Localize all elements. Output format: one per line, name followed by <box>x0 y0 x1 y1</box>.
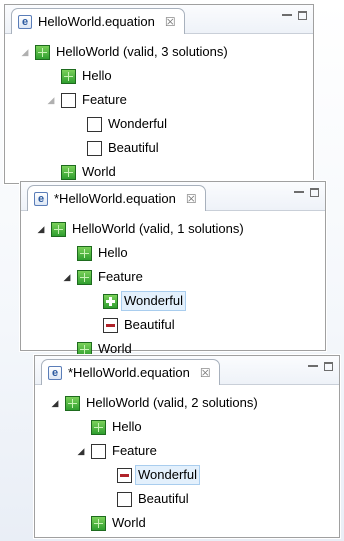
editor-panel-3: e *HelloWorld.equation ☒ ◢ HelloWorld (va… <box>34 355 340 538</box>
green-state-icon[interactable] <box>91 419 106 435</box>
unselected-checkbox-icon[interactable] <box>91 443 106 459</box>
tree-node-wonderful[interactable]: Wonderful <box>101 464 201 486</box>
tab-bar: e HelloWorld.equation ☒ <box>5 5 313 34</box>
unselected-checkbox-icon[interactable] <box>87 116 102 132</box>
tree-node-label: HelloWorld (valid, 3 solutions) <box>56 44 228 59</box>
excluded-state-icon[interactable] <box>117 467 132 483</box>
close-tab-icon[interactable]: ☒ <box>165 15 176 29</box>
tree-node-label: HelloWorld (valid, 2 solutions) <box>86 395 258 410</box>
tab-bar: e *HelloWorld.equation ☒ <box>35 356 339 385</box>
tree-node-label: Hello <box>112 419 142 434</box>
minimize-icon[interactable] <box>282 11 292 21</box>
tree-node-wonderful[interactable]: Wonderful <box>87 290 187 312</box>
feature-tree: ◢ HelloWorld (valid, 1 solutions) Hello ◢ Fe… <box>21 212 325 357</box>
tree-node-hello[interactable]: Hello <box>75 416 142 438</box>
excluded-state-icon[interactable] <box>103 317 118 333</box>
green-state-icon[interactable] <box>61 164 76 180</box>
tree-node-label: Feature <box>98 269 143 284</box>
tree-node-helloworld[interactable]: ◢ HelloWorld (valid, 2 solutions) <box>49 392 258 414</box>
editor-panel-1: e HelloWorld.equation ☒ ◢ HelloWorld (val… <box>4 4 314 184</box>
tree-node-world[interactable]: World <box>45 161 116 183</box>
tree-node-feature[interactable]: ◢ Feature <box>45 89 127 111</box>
tree-node-beautiful[interactable]: Beautiful <box>71 137 159 159</box>
expand-toggle-icon[interactable]: ◢ <box>45 94 57 106</box>
editor-tab[interactable]: e *HelloWorld.equation ☒ <box>27 185 206 211</box>
tree-node-label: Beautiful <box>108 140 159 155</box>
tree-node-label: Feature <box>82 92 127 107</box>
tree-node-label: World <box>112 515 146 530</box>
tree-node-label: HelloWorld (valid, 1 solutions) <box>72 221 244 236</box>
tree-node-label: Feature <box>112 443 157 458</box>
tab-title: *HelloWorld.equation <box>54 191 176 206</box>
maximize-icon[interactable] <box>324 362 333 371</box>
editor-tab[interactable]: e *HelloWorld.equation ☒ <box>41 359 220 385</box>
green-state-icon[interactable] <box>77 269 92 285</box>
tree-node-label: World <box>82 164 116 179</box>
tree-node-feature[interactable]: ◢ Feature <box>61 266 143 288</box>
equation-file-icon: e <box>34 191 48 206</box>
expand-toggle-icon[interactable]: ◢ <box>35 223 47 235</box>
maximize-icon[interactable] <box>298 11 307 20</box>
expand-toggle-icon[interactable]: ◢ <box>49 397 61 409</box>
expand-toggle-icon[interactable]: ◢ <box>61 271 73 283</box>
minimize-icon[interactable] <box>294 188 304 198</box>
equation-file-icon: e <box>18 14 32 29</box>
tree-node-hello[interactable]: Hello <box>61 242 128 264</box>
tree-node-label: Wonderful <box>108 116 168 131</box>
green-state-icon[interactable] <box>91 515 106 531</box>
green-state-icon[interactable] <box>65 395 80 411</box>
minimize-icon[interactable] <box>308 362 318 372</box>
tree-node-beautiful[interactable]: Beautiful <box>101 488 189 510</box>
tree-node-label: Beautiful <box>138 491 189 506</box>
green-state-icon[interactable] <box>35 44 50 60</box>
green-state-icon[interactable] <box>77 245 92 261</box>
feature-tree: ◢ HelloWorld (valid, 3 solutions) Hello ◢ Fe… <box>5 35 313 185</box>
tree-node-hello[interactable]: Hello <box>45 65 112 87</box>
unselected-checkbox-icon[interactable] <box>117 491 132 507</box>
tree-node-feature[interactable]: ◢ Feature <box>75 440 157 462</box>
tree-node-helloworld[interactable]: ◢ HelloWorld (valid, 3 solutions) <box>19 41 228 63</box>
feature-tree: ◢ HelloWorld (valid, 2 solutions) Hello ◢ Fe… <box>35 386 339 536</box>
unselected-checkbox-icon[interactable] <box>87 140 102 156</box>
tree-node-label: Wonderful <box>121 291 187 311</box>
tree-node-helloworld[interactable]: ◢ HelloWorld (valid, 1 solutions) <box>35 218 244 240</box>
tree-node-label: Wonderful <box>135 465 201 485</box>
equation-file-icon: e <box>48 365 62 380</box>
tree-node-label: Hello <box>82 68 112 83</box>
maximize-icon[interactable] <box>310 188 319 197</box>
expand-toggle-icon[interactable]: ◢ <box>19 46 31 58</box>
tree-node-wonderful[interactable]: Wonderful <box>71 113 167 135</box>
unselected-checkbox-icon[interactable] <box>61 92 76 108</box>
expand-toggle-icon[interactable]: ◢ <box>75 445 87 457</box>
editor-tab[interactable]: e HelloWorld.equation ☒ <box>11 8 185 34</box>
tree-node-label: Beautiful <box>124 317 175 332</box>
tree-node-beautiful[interactable]: Beautiful <box>87 314 175 336</box>
green-state-icon[interactable] <box>61 68 76 84</box>
tree-node-label: Hello <box>98 245 128 260</box>
editor-panel-2: e *HelloWorld.equation ☒ ◢ HelloWorld (va… <box>20 181 326 357</box>
tab-title: HelloWorld.equation <box>38 14 155 29</box>
close-tab-icon[interactable]: ☒ <box>200 366 211 380</box>
tree-node-world[interactable]: World <box>75 512 146 534</box>
green-state-icon[interactable] <box>51 221 66 237</box>
close-tab-icon[interactable]: ☒ <box>186 192 197 206</box>
tab-title: *HelloWorld.equation <box>68 365 190 380</box>
tab-bar: e *HelloWorld.equation ☒ <box>21 182 325 211</box>
selected-green-state-icon[interactable] <box>103 293 118 309</box>
